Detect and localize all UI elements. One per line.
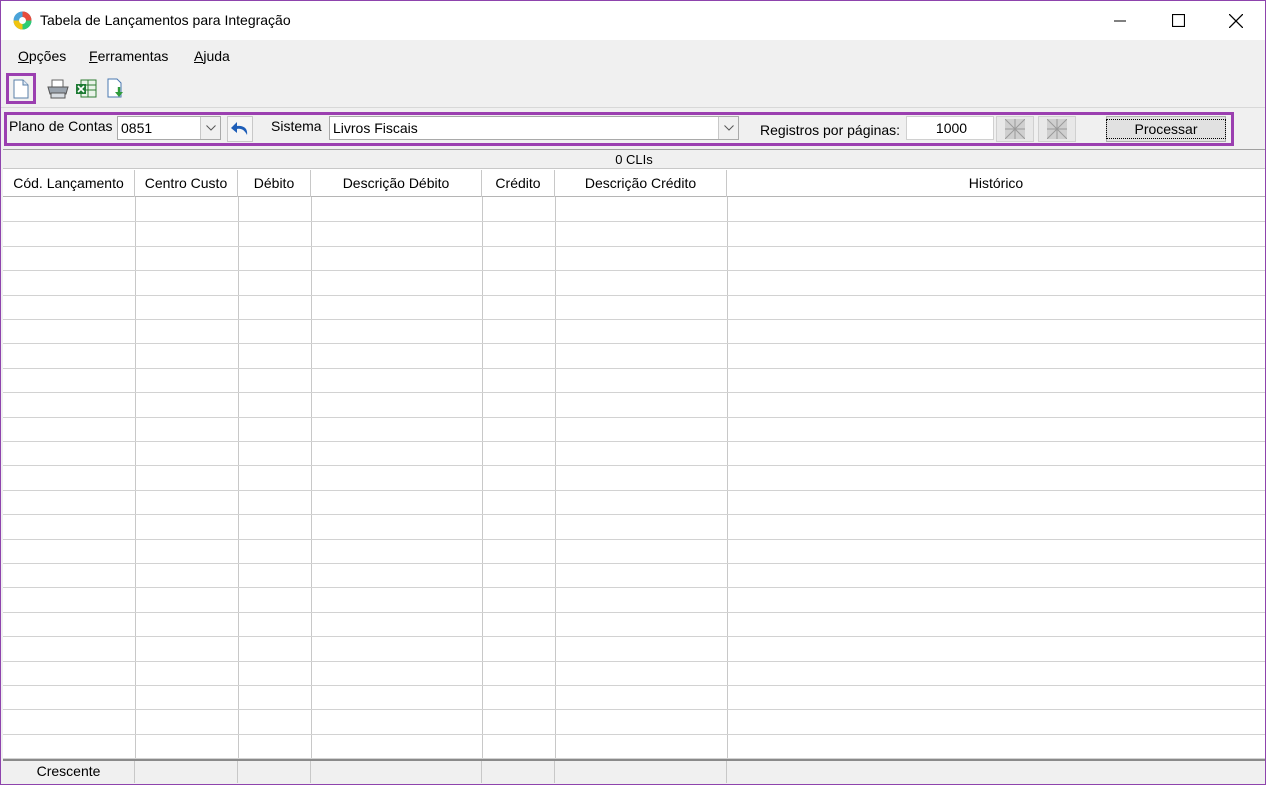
sistema-label: Sistema <box>271 118 322 134</box>
grid-header: Cód. Lançamento Centro Custo Débito Desc… <box>3 170 1265 197</box>
plano-dropdown-arrow[interactable] <box>200 117 220 139</box>
registros-input[interactable]: 1000 <box>906 116 994 140</box>
registros-value: 1000 <box>935 120 968 136</box>
menu-ferramentas-hotkey: F <box>89 48 98 64</box>
minimize-button[interactable] <box>1091 1 1149 40</box>
col-header-descricao-debito[interactable]: Descrição Débito <box>311 170 482 197</box>
app-window: Tabela de Lançamentos para Integração Op… <box>0 0 1266 785</box>
menu-ferramentas-label: erramentas <box>97 48 169 64</box>
col-header-descricao-credito[interactable]: Descrição Crédito <box>555 170 727 197</box>
footer-cell <box>311 761 482 783</box>
import-icon <box>107 78 123 97</box>
plano-dropdown[interactable]: 0851 <box>117 116 221 140</box>
prev-page-button[interactable] <box>996 116 1034 142</box>
footer-sort-order: Crescente <box>3 761 135 783</box>
next-page-button[interactable] <box>1038 116 1076 142</box>
menu-ajuda-label: juda <box>203 48 230 64</box>
menu-ferramentas[interactable]: Ferramentas <box>89 48 168 64</box>
import-button[interactable] <box>101 73 131 104</box>
table-row-separator <box>3 514 1265 515</box>
table-row-separator <box>3 343 1265 344</box>
menu-opcoes-hotkey: O <box>18 48 29 64</box>
pattern-icon <box>1005 119 1025 139</box>
processar-label: Processar <box>1106 119 1226 139</box>
plano-value: 0851 <box>121 120 153 136</box>
table-row-separator <box>3 319 1265 320</box>
table-row-separator <box>3 417 1265 418</box>
chevron-down-icon <box>723 125 734 131</box>
minimize-icon <box>1114 20 1126 21</box>
menu-bar: Opções Ferramentas Ajuda <box>1 40 1265 71</box>
new-button[interactable] <box>6 73 36 104</box>
column-divider <box>311 197 312 759</box>
footer-cell <box>727 761 1265 783</box>
plano-label: Plano de Contas <box>9 118 113 134</box>
excel-export-button[interactable] <box>71 73 101 104</box>
table-row-separator <box>3 490 1265 491</box>
grid-body[interactable] <box>3 197 1265 759</box>
excel-export-icon <box>76 79 97 97</box>
table-row-separator <box>3 221 1265 222</box>
table-row-separator <box>3 270 1265 271</box>
maximize-icon <box>1171 14 1185 27</box>
sistema-dropdown[interactable]: Livros Fiscais <box>329 116 739 140</box>
column-divider <box>555 197 556 759</box>
title-bar: Tabela de Lançamentos para Integração <box>1 1 1265 40</box>
table-row-separator <box>3 295 1265 296</box>
table-row-separator <box>3 368 1265 369</box>
col-header-credito[interactable]: Crédito <box>482 170 555 197</box>
footer-cell <box>482 761 555 783</box>
menu-opcoes[interactable]: Opções <box>18 48 66 64</box>
print-icon <box>47 79 69 98</box>
menu-opcoes-label: pções <box>28 48 67 64</box>
table-row-separator <box>3 661 1265 662</box>
window-title: Tabela de Lançamentos para Integração <box>40 12 291 28</box>
filter-bar: Plano de Contas 0851 Sistema Livros Fisc… <box>4 112 1234 146</box>
grid-footer: Crescente <box>3 759 1265 783</box>
footer-cell <box>238 761 311 783</box>
undo-icon <box>231 122 248 135</box>
table-row-separator <box>3 734 1265 735</box>
table-row-separator <box>3 539 1265 540</box>
pattern-icon <box>1047 119 1067 139</box>
col-header-cod-lancamento[interactable]: Cód. Lançamento <box>3 170 135 197</box>
toolbar <box>1 71 1265 108</box>
table-row-separator <box>3 465 1265 466</box>
table-row-separator <box>3 709 1265 710</box>
sistema-dropdown-arrow[interactable] <box>718 117 738 139</box>
col-header-centro-custo[interactable]: Centro Custo <box>135 170 238 197</box>
new-document-icon <box>13 79 29 98</box>
menu-ajuda[interactable]: Ajuda <box>194 48 230 64</box>
column-divider <box>482 197 483 759</box>
record-count: 0 CLIs <box>3 150 1265 169</box>
print-button[interactable] <box>43 73 73 104</box>
footer-cell <box>135 761 238 783</box>
col-header-historico[interactable]: Histórico <box>727 170 1265 197</box>
sistema-value: Livros Fiscais <box>333 120 418 136</box>
undo-button[interactable] <box>227 116 253 142</box>
footer-cell <box>555 761 727 783</box>
table-row-separator <box>3 441 1265 442</box>
close-icon <box>1229 13 1243 28</box>
table-row-separator <box>3 685 1265 686</box>
registros-label: Registros por páginas: <box>760 122 901 138</box>
chevron-down-icon <box>205 125 216 131</box>
table-row-separator <box>3 563 1265 564</box>
col-header-debito[interactable]: Débito <box>238 170 311 197</box>
table-row-separator <box>3 636 1265 637</box>
maximize-button[interactable] <box>1149 1 1207 40</box>
table-row-separator <box>3 587 1265 588</box>
table-row-separator <box>3 612 1265 613</box>
menu-ajuda-hotkey: A <box>194 48 204 64</box>
app-logo-icon <box>13 11 32 30</box>
processar-button[interactable]: Processar <box>1106 116 1226 142</box>
table-row-separator <box>3 246 1265 247</box>
column-divider <box>727 197 728 759</box>
table-row-separator <box>3 392 1265 393</box>
data-grid[interactable]: 0 CLIs Cód. Lançamento Centro Custo Débi… <box>3 149 1265 783</box>
column-divider <box>135 197 136 759</box>
column-divider <box>238 197 239 759</box>
close-button[interactable] <box>1207 1 1265 40</box>
